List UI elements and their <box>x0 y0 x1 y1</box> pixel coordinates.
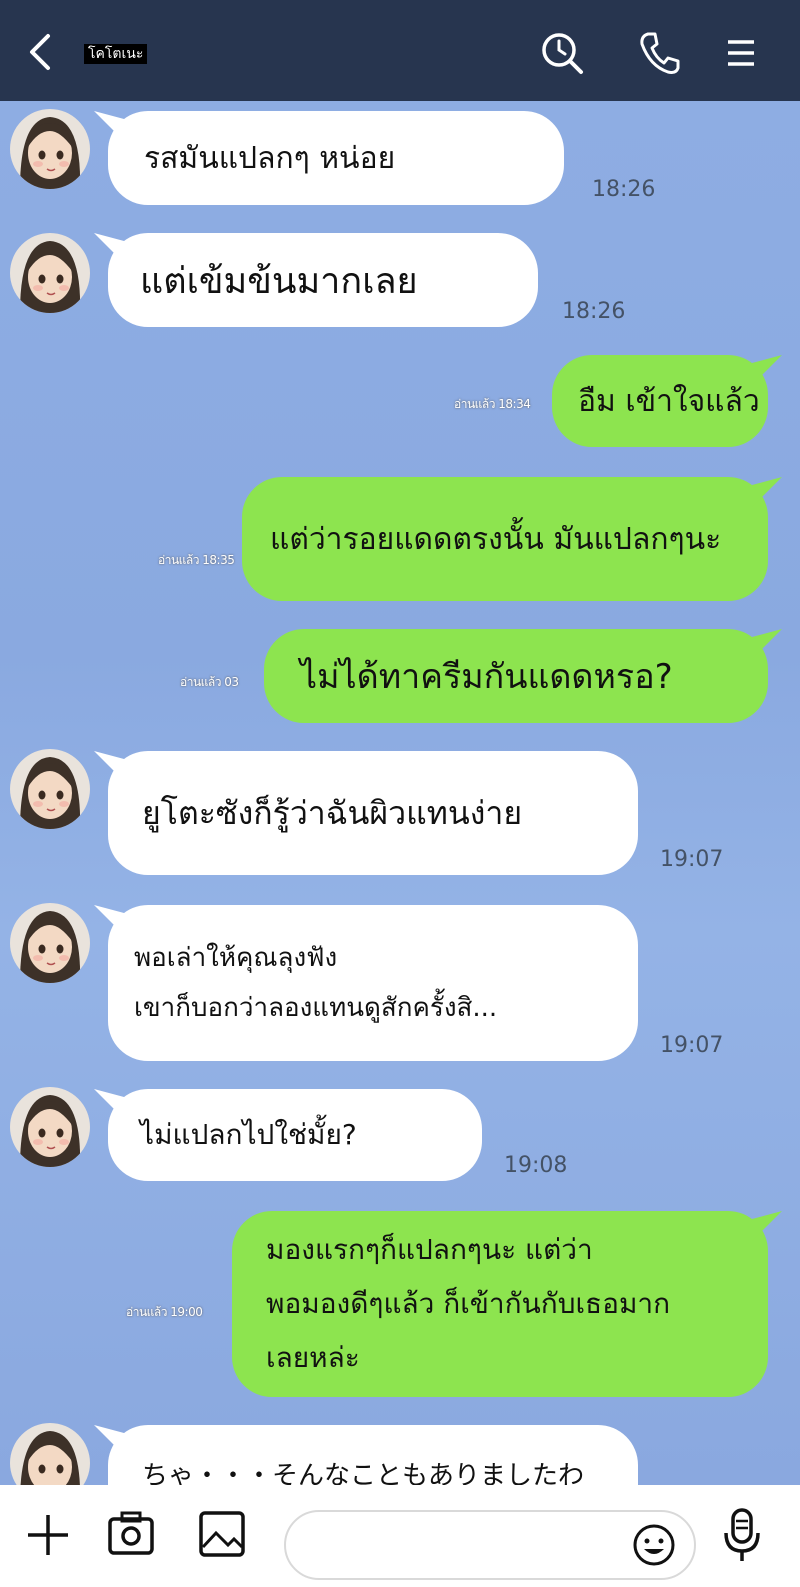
incoming-message-bubble[interactable]: ไม่แปลกไปใช่มั้ย? <box>94 1089 482 1181</box>
contact-avatar[interactable] <box>10 749 90 829</box>
read-receipt: อ่านแล้ว 19:00 <box>126 1305 203 1319</box>
face-icon <box>20 1431 80 1485</box>
bubble-tail <box>94 1425 124 1455</box>
emoji-icon[interactable] <box>632 1523 676 1567</box>
bubble-tail <box>752 629 782 659</box>
bubble-tail <box>752 1211 782 1241</box>
message-text: มองแรกๆก็แปลกๆนะ แต่ว่า พอมองดีๆแล้ว ก็เ… <box>266 1233 671 1374</box>
chat-header: โคโตเนะ <box>0 0 800 101</box>
contact-avatar[interactable] <box>10 233 90 313</box>
message-time: 18:26 <box>592 177 656 202</box>
bubble-tail <box>94 1089 124 1119</box>
contact-avatar[interactable] <box>10 109 90 189</box>
search-icon[interactable] <box>539 30 585 76</box>
microphone-icon[interactable] <box>722 1507 762 1563</box>
bubble-tail <box>752 477 782 507</box>
message-text: ไม่แปลกไปใช่มั้ย? <box>140 1118 357 1151</box>
face-icon <box>20 117 81 189</box>
bubble-tail <box>94 233 124 263</box>
message-text: อืม เข้าใจแล้ว <box>578 383 760 419</box>
image-icon[interactable] <box>198 1509 246 1559</box>
bubble-tail <box>752 355 782 385</box>
message-time: 18:26 <box>562 299 626 324</box>
camera-icon[interactable] <box>106 1509 156 1559</box>
plus-icon[interactable] <box>24 1511 72 1559</box>
chat-area[interactable]: รสมันแปลกๆ หน่อย 18:26 แต่เข้มข้นมากเลย … <box>0 101 800 1485</box>
bubble-tail <box>94 111 124 141</box>
read-receipt: อ่านแล้ว 03 <box>180 675 239 689</box>
face-icon <box>20 911 81 983</box>
back-chevron-icon[interactable] <box>24 32 60 72</box>
read-receipt: อ่านแล้ว 18:34 <box>454 397 531 411</box>
message-text: ไม่ได้ทาครีมกันแดดหรอ? <box>300 657 673 697</box>
message-composer <box>0 1485 800 1587</box>
bubble-tail <box>94 751 124 781</box>
contact-avatar[interactable] <box>10 1423 90 1485</box>
bubble-tail <box>94 905 124 935</box>
message-text: ちゃ・・・そんなこともありましたわ <box>142 1461 585 1485</box>
message-text: ยูโตะซังก็รู้ว่าฉันผิวแทนง่าย <box>142 793 523 832</box>
face-icon <box>20 1095 81 1167</box>
contact-avatar[interactable] <box>10 1087 90 1167</box>
outgoing-message-bubble[interactable]: ไม่ได้ทาครีมกันแดดหรอ? <box>264 629 782 723</box>
message-text: แต่เข้มข้นมากเลย <box>140 260 418 302</box>
incoming-message-bubble[interactable]: รสมันแปลกๆ หน่อย <box>94 111 564 205</box>
message-text: พอเล่าให้คุณลุงฟัง เขาก็บอกว่าลองแทนดูสั… <box>134 943 498 1023</box>
face-icon <box>20 241 81 313</box>
outgoing-message-bubble[interactable]: อืม เข้าใจแล้ว <box>552 355 782 447</box>
incoming-message-bubble[interactable]: แต่เข้มข้นมากเลย <box>94 233 538 327</box>
outgoing-message-bubble[interactable]: แต่ว่ารอยแดดตรงนั้น มันแปลกๆนะ <box>242 477 782 601</box>
message-time: 19:07 <box>660 847 724 872</box>
phone-icon[interactable] <box>636 30 682 76</box>
incoming-message-bubble[interactable]: ยูโตะซังก็รู้ว่าฉันผิวแทนง่าย <box>94 751 638 875</box>
message-time: 19:07 <box>660 1033 724 1058</box>
message-text: รสมันแปลกๆ หน่อย <box>144 140 396 176</box>
read-receipt: อ่านแล้ว 18:35 <box>158 553 235 567</box>
contact-avatar[interactable] <box>10 903 90 983</box>
message-text: แต่ว่ารอยแดดตรงนั้น มันแปลกๆนะ <box>270 521 722 557</box>
outgoing-message-bubble[interactable]: มองแรกๆก็แปลกๆนะ แต่ว่า พอมองดีๆแล้ว ก็เ… <box>232 1211 782 1397</box>
contact-name[interactable]: โคโตเนะ <box>84 44 148 64</box>
hamburger-menu-icon[interactable] <box>718 30 764 76</box>
incoming-message-bubble[interactable]: ちゃ・・・そんなこともありましたわ <box>94 1425 638 1485</box>
face-icon <box>20 757 81 829</box>
message-time: 19:08 <box>504 1153 568 1178</box>
incoming-message-bubble[interactable]: พอเล่าให้คุณลุงฟัง เขาก็บอกว่าลองแทนดูสั… <box>94 905 638 1061</box>
